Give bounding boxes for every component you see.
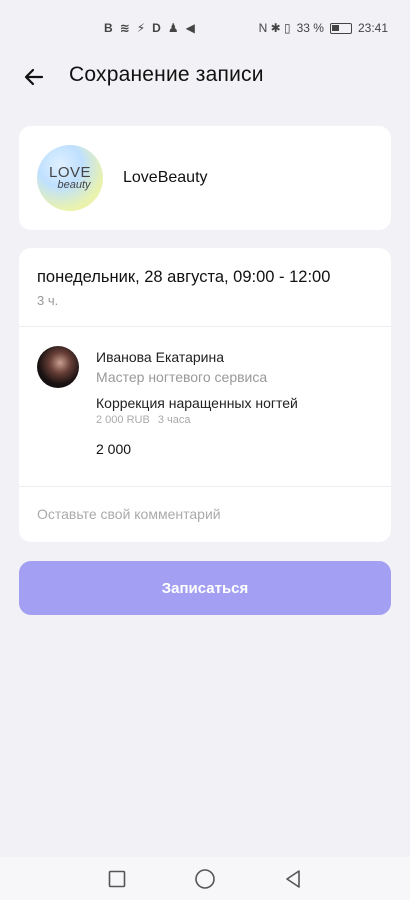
status-bar: B ≋ ⚡ D ♟ ◀ N ✱ ▯ 33 % 23:41 (0, 0, 410, 56)
home-button[interactable] (191, 865, 219, 893)
arrow-left-icon[interactable] (22, 65, 46, 89)
page-title: Сохранение записи (69, 63, 264, 86)
logo-text-love: LOVE (48, 164, 92, 181)
power-icon: ⚡ (136, 21, 146, 35)
logo-text-beauty: beauty (57, 179, 91, 191)
salon-card[interactable]: LOVE beauty LoveBeauty (19, 126, 391, 230)
system-icons: N ✱ ▯ (258, 21, 291, 35)
square-icon (108, 870, 126, 887)
circle-icon (195, 868, 215, 889)
service-meta: 2 000 RUB 3 часа (96, 414, 190, 426)
battery-percent: 33 % (296, 21, 324, 35)
booking-card: понедельник, 28 августа, 09:00 - 12:00 3… (19, 248, 391, 542)
clock: 23:41 (357, 21, 388, 35)
comment-input[interactable] (37, 506, 373, 522)
status-system-info: N ✱ ▯ 33 % 23:41 (259, 21, 388, 35)
service-price: 2 000 RUB (96, 414, 150, 426)
divider (19, 326, 391, 327)
app-header: Сохранение записи (0, 56, 410, 98)
service-total: 2 000 (96, 441, 132, 457)
master-role: Мастер ногтевого сервиса (96, 369, 268, 385)
app-notification-icon: D (152, 21, 161, 35)
service-duration: 3 часа (157, 414, 191, 426)
divider (19, 486, 391, 487)
wifi-icon: ≋ (119, 21, 130, 35)
user-icon: ♟ (167, 21, 179, 35)
triangle-back-icon (286, 869, 300, 888)
submit-booking-button[interactable]: Записаться (19, 561, 391, 615)
booking-duration: 3 ч. (37, 293, 59, 308)
system-nav-bar (0, 857, 410, 900)
status-notification-icons: B ≋ ⚡ D ♟ ◀ (104, 21, 195, 35)
avatar (37, 346, 79, 388)
salon-name: LoveBeauty (123, 169, 208, 186)
telegram-icon: ◀ (185, 21, 195, 35)
battery-icon (329, 22, 352, 34)
booking-date-time: понедельник, 28 августа, 09:00 - 12:00 (37, 268, 331, 286)
recent-apps-button[interactable] (103, 865, 131, 893)
notification-icon: B (104, 21, 113, 35)
service-name: Коррекция наращенных ногтей (96, 395, 298, 411)
salon-logo: LOVE beauty (37, 145, 103, 211)
master-name: Иванова Екатарина (96, 349, 225, 365)
back-button[interactable] (279, 865, 307, 893)
